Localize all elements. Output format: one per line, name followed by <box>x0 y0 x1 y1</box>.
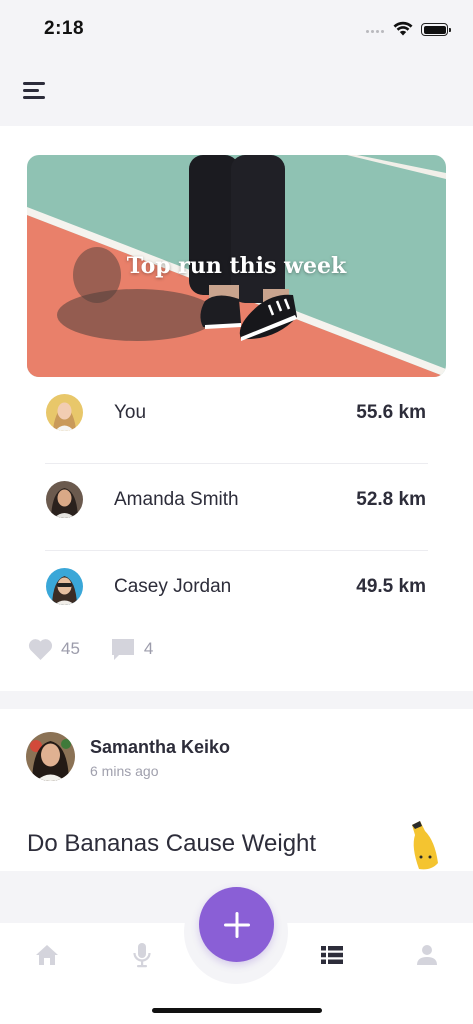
comment-icon <box>111 639 134 660</box>
post-card[interactable]: Samantha Keiko 6 mins ago Do Bananas Cau… <box>0 709 473 871</box>
ranking-distance: 52.8 km <box>356 489 426 510</box>
ranking-row[interactable]: Amanda Smith 52.8 km <box>0 464 473 551</box>
comment-count: 4 <box>143 639 154 658</box>
ranking-row[interactable]: You 55.6 km <box>0 377 473 464</box>
like-count: 45 <box>61 639 80 658</box>
ranking-name: You <box>114 402 147 423</box>
ranking-distance: 55.6 km <box>356 402 426 423</box>
home-icon <box>36 945 58 965</box>
comment-button[interactable]: 4 <box>110 637 153 661</box>
hamburger-menu-icon[interactable] <box>23 80 45 100</box>
post-title[interactable]: Do Bananas Cause Weight <box>27 830 316 858</box>
wifi-icon <box>393 21 413 36</box>
ranking-distance: 49.5 km <box>356 576 426 597</box>
post-time: 6 mins ago <box>90 763 159 779</box>
avatar <box>46 394 83 431</box>
author-name[interactable]: Samantha Keiko <box>90 737 230 758</box>
status-time: 2:18 <box>44 18 85 39</box>
avatar <box>46 481 83 518</box>
ranking-row[interactable]: Casey Jordan 49.5 km <box>0 551 473 638</box>
plus-icon <box>223 911 250 938</box>
reactions-bar: 45 4 <box>28 635 153 663</box>
nav-bar <box>0 60 473 126</box>
tab-profile[interactable] <box>413 942 441 968</box>
clipped-caption: · · · · · · <box>42 126 86 131</box>
hero-title: Top run this week <box>126 253 347 279</box>
tab-microphone[interactable] <box>128 942 156 968</box>
like-button[interactable]: 45 <box>28 638 80 661</box>
screen: 2:18 · · · · · · <box>0 0 473 1024</box>
profile-icon <box>417 945 437 965</box>
ranking-name: Amanda Smith <box>114 489 239 510</box>
home-indicator <box>152 1008 322 1013</box>
status-bar: 2:18 <box>0 0 473 60</box>
tab-home[interactable] <box>33 942 61 968</box>
add-button[interactable] <box>199 887 274 962</box>
top-run-hero[interactable]: Top run this week <box>27 155 446 377</box>
avatar[interactable] <box>26 732 75 781</box>
heart-icon <box>28 638 53 660</box>
avatar <box>46 568 83 605</box>
battery-icon <box>421 23 451 36</box>
ranking-list: You 55.6 km Amanda Smith 52.8 km Casey J… <box>0 377 473 638</box>
banana-icon <box>412 821 438 870</box>
ranking-name: Casey Jordan <box>114 576 232 597</box>
cellular-signal-icon <box>366 30 384 33</box>
top-run-card: · · · · · · <box>0 126 473 691</box>
tab-list[interactable] <box>318 942 346 968</box>
feed[interactable]: · · · · · · <box>0 126 473 923</box>
list-icon <box>321 946 343 964</box>
microphone-icon <box>133 943 151 968</box>
